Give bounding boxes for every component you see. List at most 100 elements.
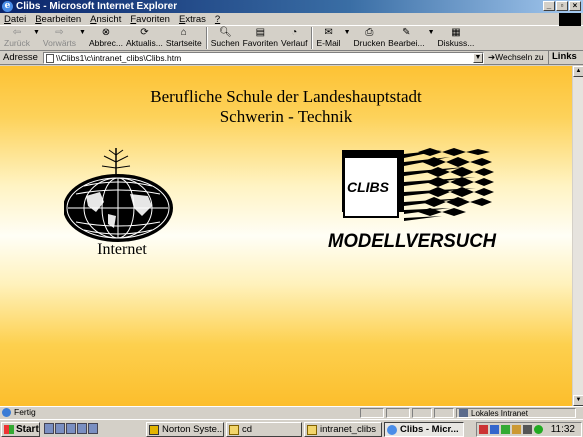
address-dropdown-button[interactable]: ▼: [473, 53, 483, 63]
desktop-quicklaunch-icon[interactable]: [66, 423, 76, 434]
clock[interactable]: 11:32: [551, 424, 575, 435]
close-button[interactable]: ×: [569, 1, 581, 11]
discuss-icon: ▦: [451, 27, 461, 38]
status-cell: [360, 408, 384, 418]
clibs-logo: CLIBS MODELLVERSUCH: [328, 148, 497, 252]
vertical-scrollbar[interactable]: ▲ ▼: [572, 66, 583, 406]
scroll-up-arrow-icon[interactable]: ▲: [573, 66, 583, 77]
discuss-button[interactable]: ▦ Diskuss...: [438, 26, 475, 50]
back-button[interactable]: ⇦ Zurück: [4, 26, 30, 50]
menu-bar: Datei Bearbeiten Ansicht Favoriten Extra…: [0, 13, 583, 26]
window-title: Clibs - Microsoft Internet Explorer: [16, 1, 178, 12]
links-button[interactable]: Links: [548, 51, 577, 64]
mail-button[interactable]: ✉ E-Mail: [316, 26, 340, 50]
page-content: Berufliche Schule der Landeshauptstadt S…: [0, 66, 572, 406]
stop-icon: ⊗: [101, 27, 111, 38]
task-intranet-clibs[interactable]: intranet_clibs: [304, 422, 382, 437]
ie-icon: [387, 424, 397, 435]
minimize-button[interactable]: _: [543, 1, 555, 11]
menu-ansicht[interactable]: Ansicht: [90, 14, 121, 25]
system-tray: 11:32: [476, 422, 582, 437]
menu-bearbeiten[interactable]: Bearbeiten: [35, 14, 81, 25]
status-cell: [386, 408, 410, 418]
status-text-area: Fertig: [2, 407, 36, 417]
ie-status-icon: [2, 407, 11, 417]
task-cd[interactable]: cd: [226, 422, 302, 437]
toolbar-separator: [205, 27, 208, 49]
window-controls: _ ▫ ×: [543, 1, 581, 11]
clibs-logo-text: CLIBS: [347, 179, 390, 195]
outlook-quicklaunch-icon[interactable]: [55, 423, 65, 434]
edit-button[interactable]: ✎ Bearbei...: [388, 26, 424, 50]
ie-quicklaunch-icon[interactable]: [44, 423, 54, 434]
security-zone: Lokales Intranet: [456, 408, 576, 418]
norton-icon: [149, 424, 159, 435]
favorites-folder-icon: ▤: [255, 27, 266, 38]
menu-datei[interactable]: Datei: [4, 14, 26, 25]
tray-icon[interactable]: [512, 425, 521, 434]
history-button[interactable]: ◔ Verlauf: [281, 26, 307, 50]
standard-toolbar: ⇦ Zurück ▼ ⇨ Vorwärts ▼ ⊗ Abbrec... ⟳ Ak…: [0, 26, 583, 51]
browser-window: e Clibs - Microsoft Internet Explorer _ …: [0, 0, 583, 418]
tray-icon[interactable]: [501, 425, 510, 434]
clibs-modellversuch-link[interactable]: CLIBS MODELLVERSUCH: [326, 148, 498, 253]
address-value: \\Clibs1\c\intranet_clibs\Clibs.htm: [56, 53, 182, 63]
maximize-button[interactable]: ▫: [556, 1, 568, 11]
edit-icon: ✎: [402, 27, 411, 38]
status-text: Fertig: [14, 407, 36, 417]
search-button[interactable]: 🔍︎ Suchen: [211, 26, 240, 50]
ie-app-icon[interactable]: e: [2, 1, 13, 12]
modellversuch-text: MODELLVERSUCH: [328, 231, 497, 252]
windows-logo-icon: [559, 13, 581, 26]
edit-dropdown-icon[interactable]: ▼: [428, 29, 435, 36]
home-button[interactable]: ⌂ Startseite: [166, 26, 202, 50]
network-icon[interactable]: [534, 425, 543, 434]
refresh-button[interactable]: ⟳ Aktualis...: [126, 26, 163, 50]
history-icon: ◔: [291, 27, 298, 38]
task-clibs-ie[interactable]: Clibs - Micr...: [384, 422, 464, 437]
refresh-icon: ⟳: [140, 27, 149, 38]
folder-quicklaunch-icon[interactable]: [88, 423, 98, 434]
page-icon: [46, 53, 54, 63]
address-input[interactable]: \\Clibs1\c\intranet_clibs\Clibs.htm ▼: [43, 52, 484, 64]
channels-quicklaunch-icon[interactable]: [77, 423, 87, 434]
page-heading-line1: Berufliche Schule der Landeshauptstadt: [150, 87, 422, 106]
printer-icon: ⎙: [365, 27, 374, 38]
mail-dropdown-icon[interactable]: ▼: [344, 29, 351, 36]
folder-icon: [229, 424, 239, 435]
toolbar-separator: [311, 27, 314, 49]
address-label: Adresse: [3, 52, 38, 63]
task-norton[interactable]: Norton Syste...: [146, 422, 224, 437]
globe-antenna-icon: [63, 148, 173, 242]
quick-launch-bar: [44, 423, 98, 434]
windows-flag-icon: [4, 425, 14, 434]
scroll-down-arrow-icon[interactable]: ▼: [573, 395, 583, 406]
mail-icon: ✉: [324, 27, 333, 38]
menu-help[interactable]: ?: [215, 14, 220, 25]
tray-icon[interactable]: [479, 425, 488, 434]
home-icon: ⌂: [180, 27, 187, 38]
page-heading-line2: Schwerin - Technik: [219, 107, 353, 126]
forward-button[interactable]: ⇨ Vorwärts: [43, 26, 76, 50]
back-dropdown-icon[interactable]: ▼: [33, 29, 40, 36]
search-icon: 🔍︎: [219, 27, 232, 38]
intranet-zone-icon: [459, 409, 468, 417]
status-cell: [412, 408, 432, 418]
internet-label[interactable]: Internet: [62, 241, 182, 259]
tray-icon[interactable]: [490, 425, 499, 434]
status-cell: [434, 408, 454, 418]
stop-button[interactable]: ⊗ Abbrec...: [89, 26, 123, 50]
volume-icon[interactable]: [523, 425, 532, 434]
favorites-button[interactable]: ▤ Favoriten: [243, 26, 278, 50]
start-button[interactable]: Start: [1, 422, 40, 437]
address-bar: Adresse \\Clibs1\c\intranet_clibs\Clibs.…: [0, 51, 583, 65]
back-arrow-icon: ⇦: [12, 27, 22, 38]
windows-taskbar: Start Norton Syste... cd intranet_clibs …: [0, 419, 583, 437]
title-bar[interactable]: e Clibs - Microsoft Internet Explorer _ …: [0, 0, 583, 13]
folder-icon: [307, 424, 317, 435]
print-button[interactable]: ⎙ Drucken: [354, 26, 386, 50]
forward-dropdown-icon[interactable]: ▼: [79, 29, 86, 36]
go-button[interactable]: ➔Wechseln zu: [488, 52, 544, 63]
menu-favoriten[interactable]: Favoriten: [130, 14, 170, 25]
menu-extras[interactable]: Extras: [179, 14, 206, 25]
